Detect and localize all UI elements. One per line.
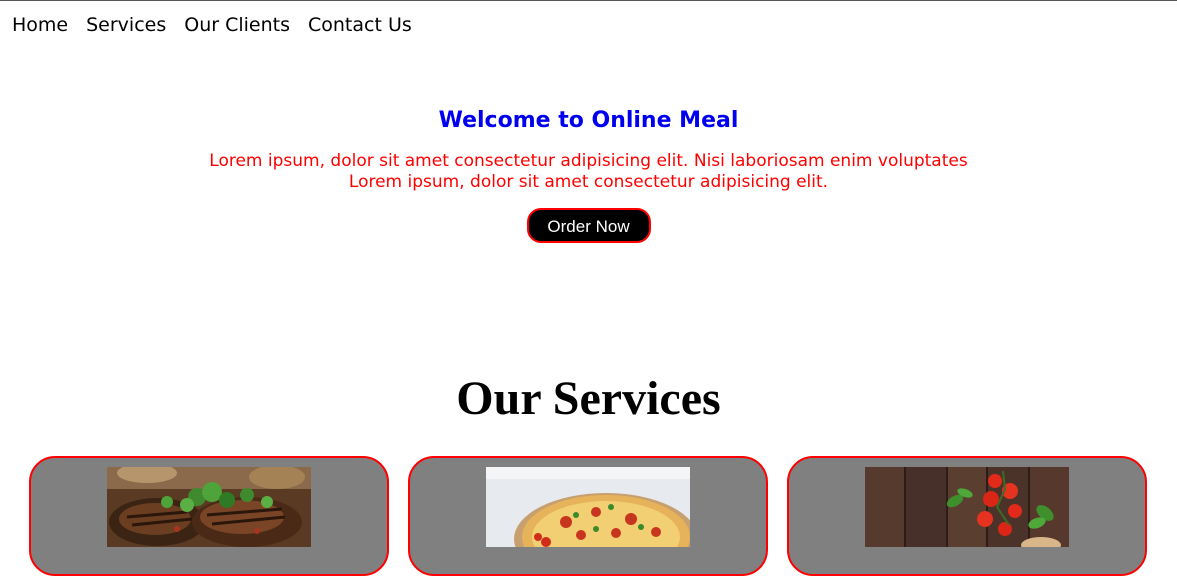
service-card-1[interactable] xyxy=(29,456,389,576)
order-now-button[interactable]: Order Now xyxy=(526,208,651,243)
service-card-3[interactable] xyxy=(787,456,1147,576)
hero-description-line-1: Lorem ipsum, dolor sit amet consectetur … xyxy=(209,151,968,171)
pizza-image xyxy=(486,467,690,547)
nav-services-link[interactable]: Services xyxy=(86,14,166,36)
grilled-steak-image xyxy=(107,467,311,547)
hero-description: Lorem ipsum, dolor sit amet consectetur … xyxy=(174,151,1004,193)
tomatoes-basil-image xyxy=(865,467,1069,547)
hero-title: Welcome to Online Meal xyxy=(438,108,739,133)
services-title: Our Services xyxy=(456,372,721,425)
nav-contact-us-link[interactable]: Contact Us xyxy=(308,14,412,36)
top-nav: Home Services Our Clients Contact Us xyxy=(12,14,412,36)
hero-description-line-2: Lorem ipsum, dolor sit amet consectetur … xyxy=(348,172,829,192)
service-card-2[interactable] xyxy=(408,456,768,576)
nav-home-link[interactable]: Home xyxy=(12,14,68,36)
hero-section: Welcome to Online Meal Lorem ipsum, dolo… xyxy=(0,106,1177,243)
nav-our-clients-link[interactable]: Our Clients xyxy=(184,14,290,36)
